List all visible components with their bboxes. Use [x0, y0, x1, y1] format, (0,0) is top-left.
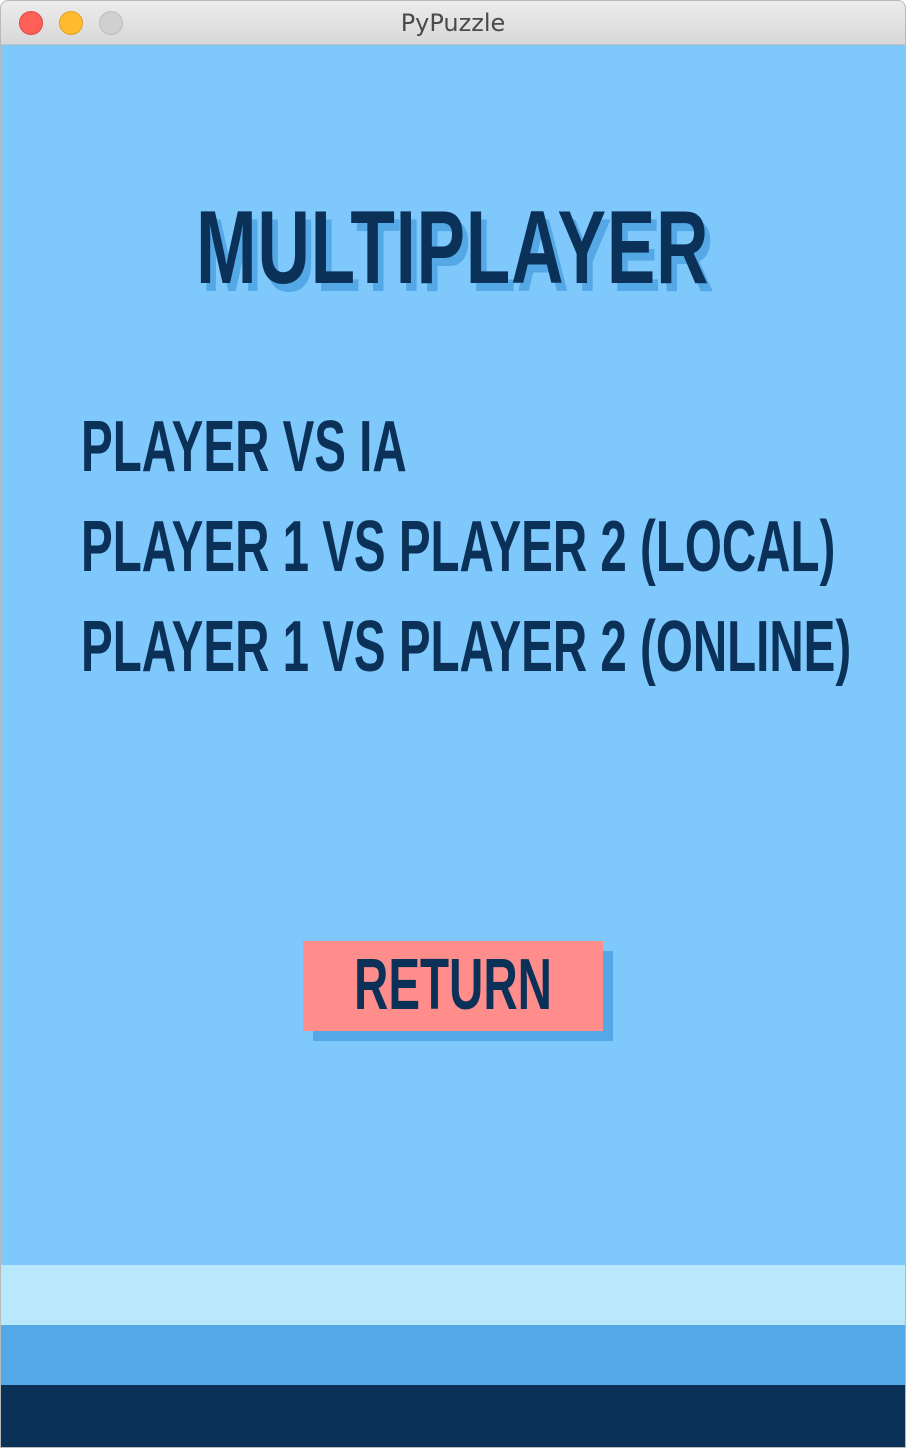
- footer-band-light: [1, 1265, 905, 1325]
- return-button[interactable]: RETURN: [303, 941, 603, 1031]
- footer-band-dark: [1, 1385, 905, 1447]
- title-bar[interactable]: PyPuzzle: [1, 1, 905, 45]
- return-button-label: RETURN: [354, 945, 552, 1025]
- menu-item-online-multiplayer[interactable]: PLAYER 1 VS PLAYER 2 (ONLINE): [81, 609, 851, 685]
- menu-item-player-vs-ia[interactable]: PLAYER VS IA: [81, 409, 407, 485]
- footer-band-mid: [1, 1325, 905, 1385]
- screen-heading: MULTIPLAYER: [196, 190, 710, 306]
- window-title: PyPuzzle: [400, 9, 506, 37]
- game-canvas: MULTIPLAYER PLAYER VS IA PLAYER 1 VS PLA…: [1, 45, 905, 1447]
- menu-item-local-multiplayer[interactable]: PLAYER 1 VS PLAYER 2 (LOCAL): [81, 509, 835, 585]
- app-window: PyPuzzle MULTIPLAYER PLAYER VS IA PLAYER…: [0, 0, 906, 1448]
